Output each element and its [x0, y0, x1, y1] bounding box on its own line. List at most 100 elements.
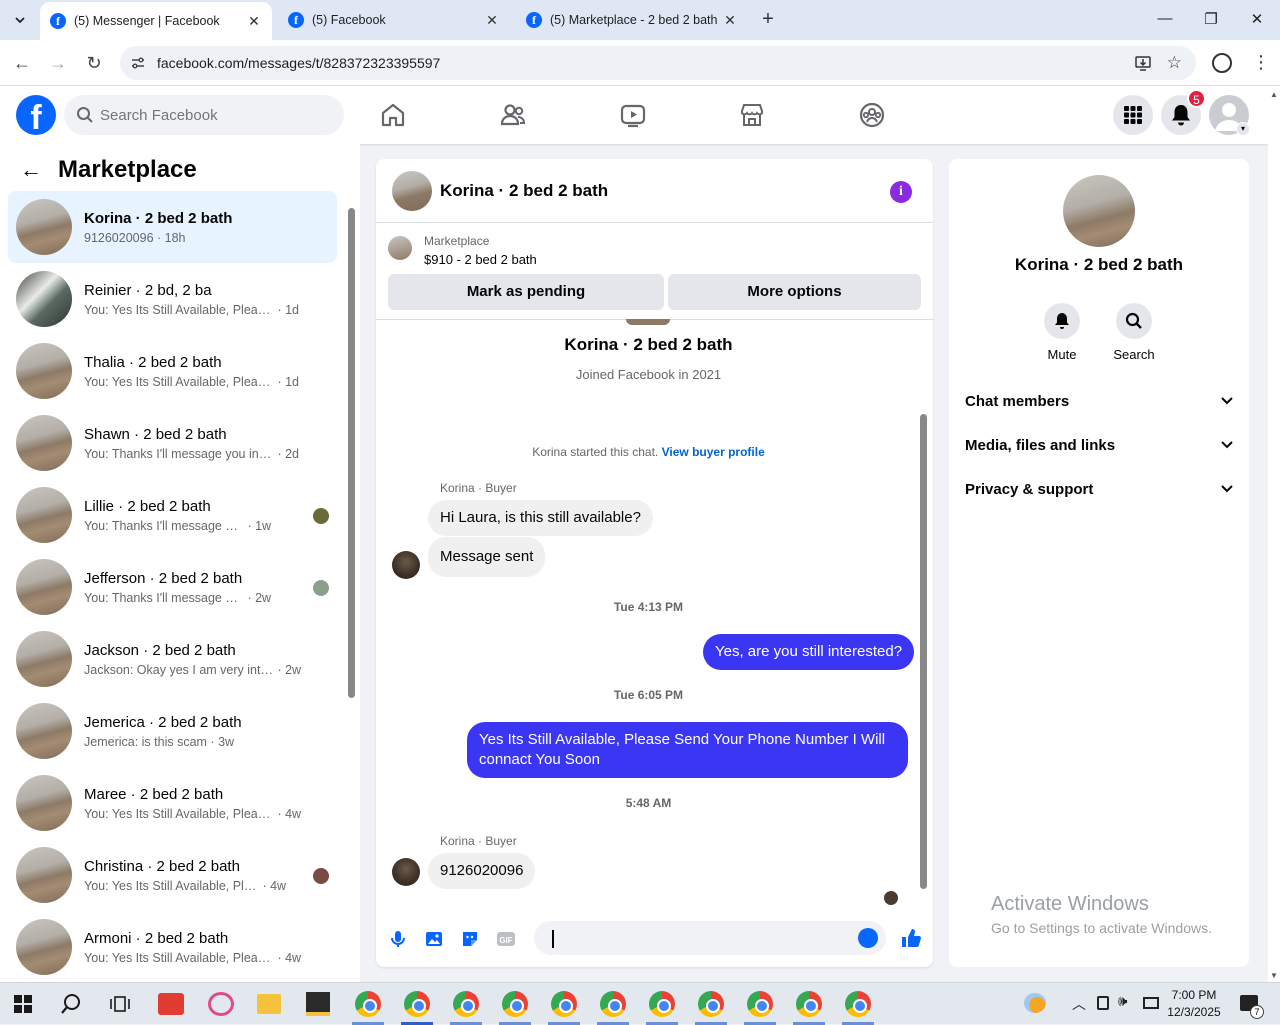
- reload-icon[interactable]: ↻: [84, 53, 104, 73]
- close-window-button[interactable]: ✕: [1245, 10, 1269, 30]
- scroll-down-icon[interactable]: ▼: [1270, 971, 1278, 980]
- tab-marketplace[interactable]: f (5) Marketplace - 2 bed 2 bath ✕: [516, 0, 748, 40]
- close-tab-icon[interactable]: ✕: [484, 12, 500, 29]
- like-thumb-icon[interactable]: [900, 927, 922, 949]
- photo-icon[interactable]: [424, 929, 444, 949]
- conversation-item[interactable]: Shawn · 2 bed 2 bath You: Thanks I'll me…: [8, 407, 337, 479]
- outgoing-message[interactable]: Yes, are you still interested?: [703, 634, 915, 670]
- network-icon[interactable]: [1143, 997, 1159, 1009]
- page-scrollbar[interactable]: ▲ ▼: [1268, 86, 1280, 982]
- chrome-taskbar-icon[interactable]: [796, 991, 822, 1017]
- tab-search-dropdown-icon[interactable]: [8, 8, 32, 32]
- hidden-icons-chevron-icon[interactable]: ︿: [1072, 994, 1086, 1014]
- chrome-taskbar-icon[interactable]: [502, 991, 528, 1017]
- anydesk-icon[interactable]: [158, 993, 184, 1015]
- sticker-icon[interactable]: [460, 929, 480, 949]
- video-icon[interactable]: [617, 99, 649, 131]
- restore-button[interactable]: ❐: [1199, 10, 1223, 30]
- conversation-item[interactable]: Christina · 2 bed 2 bath You: Yes Its St…: [8, 839, 337, 911]
- bookmark-star-icon[interactable]: ☆: [1167, 53, 1182, 73]
- new-tab-button[interactable]: +: [758, 9, 778, 30]
- scrollbar-thumb[interactable]: [920, 414, 927, 889]
- browser-menu-icon[interactable]: ⋮: [1252, 52, 1270, 73]
- task-view-icon[interactable]: [110, 995, 130, 1013]
- snipping-tool-icon[interactable]: [208, 992, 234, 1016]
- listing-price[interactable]: $910 - 2 bed 2 bath: [424, 252, 537, 267]
- menu-grid-button[interactable]: [1113, 95, 1153, 135]
- conversation-item[interactable]: Lillie · 2 bed 2 bath You: Thanks I'll m…: [8, 479, 337, 551]
- close-tab-icon[interactable]: ✕: [246, 13, 262, 30]
- chrome-taskbar-icon[interactable]: [404, 991, 430, 1017]
- conversation-item[interactable]: Jefferson · 2 bed 2 bath You: Thanks I'l…: [8, 551, 337, 623]
- marketplace-icon[interactable]: [736, 99, 768, 131]
- back-arrow-icon[interactable]: ←: [20, 157, 42, 183]
- mute-action[interactable]: Mute: [1034, 303, 1090, 362]
- media-files-links-section[interactable]: Media, files and links: [965, 431, 1233, 459]
- contact-avatar[interactable]: [1063, 175, 1135, 247]
- info-icon[interactable]: i: [890, 181, 912, 203]
- browser-profile-icon[interactable]: [1212, 53, 1232, 73]
- conversation-list-scrollbar[interactable]: [346, 198, 356, 978]
- minimize-button[interactable]: —: [1153, 10, 1177, 30]
- account-dropdown-icon[interactable]: ▾: [1236, 122, 1250, 136]
- site-info-icon[interactable]: [130, 55, 146, 71]
- friends-icon[interactable]: [497, 99, 529, 131]
- taskbar-search-icon[interactable]: [60, 993, 82, 1015]
- chrome-taskbar-icon[interactable]: [845, 991, 871, 1017]
- more-options-button[interactable]: More options: [668, 274, 921, 310]
- sticky-app-icon[interactable]: [306, 992, 330, 1016]
- groups-icon[interactable]: [856, 99, 888, 131]
- mark-as-pending-button[interactable]: Mark as pending: [388, 274, 664, 310]
- close-tab-icon[interactable]: ✕: [722, 12, 738, 29]
- forward-arrow-icon[interactable]: →: [48, 53, 68, 73]
- facebook-logo[interactable]: f: [16, 95, 56, 135]
- scroll-up-icon[interactable]: ▲: [1270, 90, 1278, 99]
- tab-facebook[interactable]: f (5) Facebook ✕: [278, 0, 510, 40]
- microphone-icon[interactable]: [388, 929, 408, 949]
- conversation-item[interactable]: Jackson · 2 bed 2 bath Jackson: Okay yes…: [8, 623, 337, 695]
- chat-title[interactable]: Korina · 2 bed 2 bath: [440, 181, 933, 201]
- chrome-taskbar-icon[interactable]: [649, 991, 675, 1017]
- message-input[interactable]: [534, 921, 886, 955]
- view-buyer-profile-link[interactable]: View buyer profile: [662, 445, 765, 459]
- incoming-message[interactable]: 9126020096: [428, 853, 536, 889]
- conversation-item[interactable]: Maree · 2 bed 2 bath You: Yes Its Still …: [8, 767, 337, 839]
- omnibox[interactable]: facebook.com/messages/t/828372323395597 …: [120, 46, 1196, 80]
- back-arrow-icon[interactable]: ←: [12, 53, 32, 73]
- emoji-icon[interactable]: [858, 928, 878, 948]
- privacy-support-section[interactable]: Privacy & support: [965, 475, 1233, 503]
- listing-thumbnail[interactable]: [388, 236, 412, 260]
- conversation-item[interactable]: Thalia · 2 bed 2 bath You: Yes Its Still…: [8, 335, 337, 407]
- url-text[interactable]: facebook.com/messages/t/828372323395597: [157, 55, 440, 71]
- volume-icon[interactable]: 🕪: [1118, 993, 1127, 1010]
- tab-messenger[interactable]: f (5) Messenger | Facebook ✕: [40, 2, 272, 40]
- outgoing-message[interactable]: Yes Its Still Available, Please Send You…: [467, 722, 908, 778]
- install-app-icon[interactable]: [1134, 54, 1152, 72]
- search-input[interactable]: [100, 95, 330, 135]
- search-action[interactable]: Search: [1106, 303, 1162, 362]
- conversation-item[interactable]: Armoni · 2 bed 2 bath You: Yes Its Still…: [8, 911, 337, 983]
- weather-icon[interactable]: [1024, 993, 1046, 1013]
- chat-members-section[interactable]: Chat members: [965, 387, 1233, 415]
- home-icon[interactable]: [377, 99, 409, 131]
- chrome-taskbar-icon[interactable]: [698, 991, 724, 1017]
- system-clock[interactable]: 7:00 PM 12/3/2025: [1166, 987, 1222, 1021]
- chrome-taskbar-icon[interactable]: [600, 991, 626, 1017]
- conversation-item[interactable]: Reinier · 2 bd, 2 ba You: Yes Its Still …: [8, 263, 337, 335]
- incoming-message[interactable]: Message sent: [428, 537, 546, 577]
- chat-avatar[interactable]: [392, 170, 432, 211]
- scrollbar-thumb[interactable]: [348, 208, 355, 698]
- chrome-taskbar-icon[interactable]: [453, 991, 479, 1017]
- file-explorer-icon[interactable]: [257, 994, 281, 1014]
- conversation-item[interactable]: Korina · 2 bed 2 bath 9126020096 · 18h: [8, 191, 337, 263]
- incoming-message[interactable]: Hi Laura, is this still available?: [428, 500, 653, 536]
- chrome-taskbar-icon[interactable]: [747, 991, 773, 1017]
- sender-avatar[interactable]: [392, 858, 420, 886]
- sender-avatar[interactable]: [392, 551, 420, 579]
- search-box[interactable]: [64, 95, 344, 135]
- device-icon[interactable]: [1097, 996, 1109, 1010]
- conversation-item[interactable]: Jemerica · 2 bed 2 bath Jemerica: is thi…: [8, 695, 337, 767]
- chat-scrollbar[interactable]: [917, 324, 931, 899]
- chrome-taskbar-icon[interactable]: [551, 991, 577, 1017]
- windows-start-icon[interactable]: [14, 995, 32, 1013]
